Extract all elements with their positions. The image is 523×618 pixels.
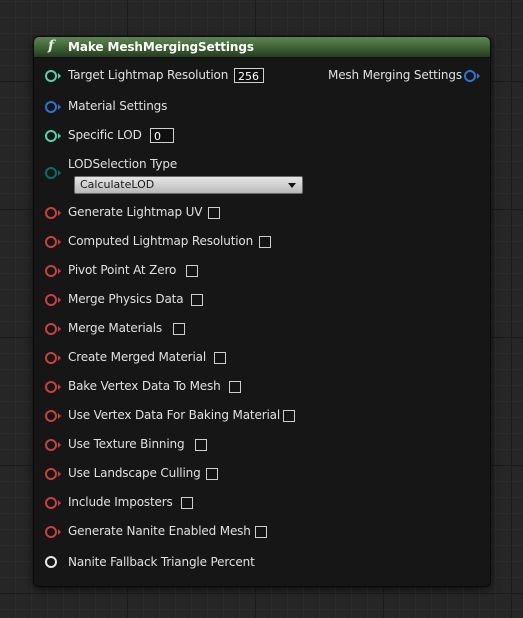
pin-arrow-icon <box>58 210 61 216</box>
pin-arrow-icon <box>58 413 61 419</box>
use-vertex-data-for-baking-material-checkbox[interactable] <box>283 410 295 422</box>
generate-nanite-enabled-mesh-checkbox[interactable] <box>255 526 267 538</box>
label-material-settings: Material Settings <box>68 99 168 113</box>
pin-bake-vertex-data-to-mesh[interactable] <box>45 381 57 393</box>
pin-target-lightmap-resolution[interactable] <box>45 70 57 82</box>
pin-arrow-icon <box>58 133 61 139</box>
pin-arrow-icon <box>58 73 61 79</box>
pin-merge-materials[interactable] <box>45 323 57 335</box>
pin-lod-selection-type[interactable] <box>45 167 57 179</box>
pin-arrow-icon <box>58 471 61 477</box>
label-mesh-merging-settings-output: Mesh Merging Settings <box>328 68 462 82</box>
node-title: Make MeshMergingSettings <box>68 40 254 54</box>
pin-computed-lightmap-resolution[interactable] <box>45 236 57 248</box>
pin-generate-lightmap-uv[interactable] <box>45 207 57 219</box>
dropdown-selected-value: CalculateLOD <box>80 178 155 191</box>
pin-arrow-icon <box>58 384 61 390</box>
label-generate-nanite-enabled-mesh: Generate Nanite Enabled Mesh <box>68 524 251 538</box>
pin-arrow-icon <box>58 529 61 535</box>
pin-material-settings[interactable] <box>45 101 57 113</box>
label-nanite-fallback-triangle-percent: Nanite Fallback Triangle Percent <box>68 555 255 569</box>
label-lod-selection-type: LODSelection Type <box>68 157 178 171</box>
pin-arrow-icon <box>58 239 61 245</box>
merge-physics-data-checkbox[interactable] <box>191 294 203 306</box>
pivot-point-at-zero-checkbox[interactable] <box>186 265 198 277</box>
specific-lod-input[interactable]: 0 <box>150 128 174 143</box>
label-pivot-point-at-zero: Pivot Point At Zero <box>68 263 177 277</box>
pin-use-vertex-data-for-baking-material[interactable] <box>45 410 57 422</box>
label-merge-materials: Merge Materials <box>68 321 163 335</box>
blueprint-node-make-mesh-merging-settings[interactable]: f Make MeshMergingSettings Target Lightm… <box>33 36 491 587</box>
node-header[interactable]: f Make MeshMergingSettings <box>34 37 490 58</box>
pin-specific-lod[interactable] <box>45 130 57 142</box>
label-merge-physics-data: Merge Physics Data <box>68 292 184 306</box>
pin-arrow-icon <box>58 170 61 176</box>
chevron-down-icon <box>288 183 296 188</box>
merge-materials-checkbox[interactable] <box>173 323 185 335</box>
computed-lightmap-resolution-checkbox[interactable] <box>259 236 271 248</box>
function-icon: f <box>48 38 55 54</box>
label-bake-vertex-data-to-mesh: Bake Vertex Data To Mesh <box>68 379 221 393</box>
pin-arrow-icon <box>58 326 61 332</box>
use-texture-binning-checkbox[interactable] <box>195 439 207 451</box>
generate-lightmap-uv-checkbox[interactable] <box>208 207 220 219</box>
pin-arrow-icon <box>58 268 61 274</box>
label-use-texture-binning: Use Texture Binning <box>68 437 185 451</box>
pin-arrow-icon <box>58 355 61 361</box>
pin-generate-nanite-enabled-mesh[interactable] <box>45 526 57 538</box>
pin-arrow-icon <box>58 442 61 448</box>
create-merged-material-checkbox[interactable] <box>214 352 226 364</box>
label-computed-lightmap-resolution: Computed Lightmap Resolution <box>68 234 254 248</box>
pin-use-landscape-culling[interactable] <box>45 468 57 480</box>
include-imposters-checkbox[interactable] <box>181 497 193 509</box>
pin-use-texture-binning[interactable] <box>45 439 57 451</box>
label-generate-lightmap-uv: Generate Lightmap UV <box>68 205 203 219</box>
label-use-landscape-culling: Use Landscape Culling <box>68 466 201 480</box>
use-landscape-culling-checkbox[interactable] <box>206 468 218 480</box>
pin-arrow-icon <box>477 73 480 79</box>
pin-arrow-icon <box>58 500 61 506</box>
lod-selection-type-dropdown[interactable]: CalculateLOD <box>74 176 303 194</box>
pin-merge-physics-data[interactable] <box>45 294 57 306</box>
pin-arrow-icon <box>58 297 61 303</box>
pin-create-merged-material[interactable] <box>45 352 57 364</box>
target-lightmap-resolution-input[interactable]: 256 <box>234 68 264 83</box>
bake-vertex-data-to-mesh-checkbox[interactable] <box>229 381 241 393</box>
pin-nanite-fallback-triangle-percent[interactable] <box>45 556 57 568</box>
label-use-vertex-data-for-baking-material: Use Vertex Data For Baking Material <box>68 408 281 422</box>
pin-pivot-point-at-zero[interactable] <box>45 265 57 277</box>
label-specific-lod: Specific LOD <box>68 128 142 142</box>
label-include-imposters: Include Imposters <box>68 495 173 509</box>
label-target-lightmap-resolution: Target Lightmap Resolution <box>68 68 229 82</box>
pin-mesh-merging-settings-output[interactable] <box>464 70 476 82</box>
label-create-merged-material: Create Merged Material <box>68 350 207 364</box>
pin-arrow-icon <box>58 104 61 110</box>
pin-include-imposters[interactable] <box>45 497 57 509</box>
